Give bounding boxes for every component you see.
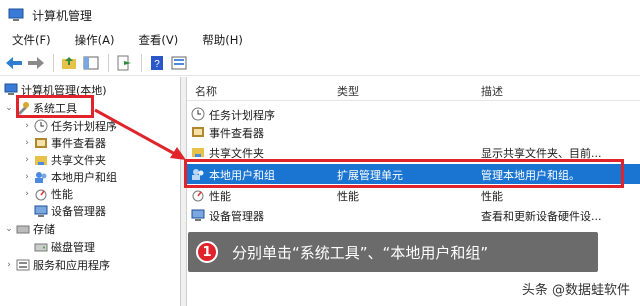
tree-item-task-scheduler[interactable]: › 任务计划程序 [22, 117, 117, 134]
toolbar-separator [141, 53, 142, 72]
title-bar: 计算机管理 [0, 0, 640, 30]
chevron-down-icon[interactable]: ⌄ [4, 224, 14, 234]
list-item-device-manager[interactable]: 设备管理器 查看和更新设备硬件设... [187, 206, 640, 224]
chevron-right-icon[interactable]: › [22, 155, 32, 165]
list-cell-name: 事件查看器 [209, 127, 264, 140]
list-item-performance[interactable]: 性能 性能 性能 [187, 186, 640, 204]
menu-help[interactable]: 帮助(H) [196, 32, 249, 48]
device-manager-icon [34, 205, 48, 217]
clock-icon [191, 107, 205, 121]
list-cell-description: 性能 [481, 190, 503, 203]
tree-label-task-scheduler: 任务计划程序 [51, 119, 117, 133]
tree-label-performance: 性能 [51, 187, 73, 201]
shared-folder-icon [35, 155, 47, 165]
shared-folder-icon [192, 148, 204, 157]
back-button[interactable] [4, 53, 24, 73]
arrow-right-icon [28, 56, 44, 69]
show-hide-tree-button[interactable] [81, 53, 101, 73]
watermark: 头条 @数据蛙软件 [521, 283, 630, 298]
chevron-right-icon[interactable]: › [22, 172, 32, 182]
toolbar: ? [0, 50, 640, 76]
tree-item-storage[interactable]: ⌄ 存储 [4, 220, 55, 237]
export-button[interactable] [114, 53, 134, 73]
list-item-task-scheduler[interactable]: 任务计划程序 [187, 105, 640, 123]
tree-item-disk-management[interactable]: 磁盘管理 [32, 238, 95, 255]
help-icon: ? [151, 55, 163, 70]
tree-label-services-apps: 服务和应用程序 [33, 258, 110, 272]
forward-button[interactable] [26, 53, 46, 73]
tree-item-event-viewer[interactable]: › 事件查看器 [22, 134, 106, 151]
svg-text:?: ? [154, 59, 160, 70]
tree-label-device-manager: 设备管理器 [51, 204, 106, 218]
chevron-right-icon[interactable]: › [22, 138, 32, 148]
help-button[interactable]: ? [147, 53, 167, 73]
tree-label-disk-management: 磁盘管理 [51, 240, 95, 254]
list-cell-name: 性能 [209, 190, 231, 203]
properties-button[interactable] [169, 53, 189, 73]
chevron-down-icon[interactable]: ⌄ [4, 103, 14, 113]
tree-label-storage: 存储 [33, 222, 55, 236]
tree-item-device-manager[interactable]: 设备管理器 [32, 202, 106, 219]
column-header-description[interactable]: 描述 [481, 83, 503, 99]
tree-item-performance[interactable]: › 性能 [22, 185, 73, 202]
list-cell-name: 设备管理器 [209, 210, 264, 223]
step-number-badge: 1 [196, 241, 218, 263]
instruction-callout: 1 分别单击“系统工具”、“本地用户和组” [188, 232, 598, 272]
tree-item-local-users[interactable]: › 本地用户和组 [22, 168, 117, 185]
console-tree-icon [83, 56, 99, 69]
storage-icon [16, 225, 30, 233]
column-header-name[interactable]: 名称 [195, 83, 217, 99]
export-list-icon [117, 55, 131, 70]
menu-file[interactable]: 文件(F) [6, 32, 57, 48]
folder-up-icon [62, 56, 76, 69]
list-cell-type: 性能 [337, 190, 359, 203]
event-log-icon [35, 137, 47, 148]
tree-label-shared-folders: 共享文件夹 [51, 153, 106, 167]
computer-management-icon [8, 8, 24, 21]
list-header: 名称 类型 描述 [187, 77, 640, 101]
toolbar-separator [108, 53, 109, 72]
clock-icon [34, 119, 48, 132]
instruction-text: 分别单击“系统工具”、“本地用户和组” [232, 243, 489, 262]
list-cell-name: 任务计划程序 [209, 109, 275, 122]
chevron-right-icon[interactable]: › [4, 260, 14, 270]
chevron-right-icon[interactable]: › [22, 121, 32, 131]
tree-label-event-viewer: 事件查看器 [51, 136, 106, 150]
performance-icon [35, 189, 47, 200]
annotation-box-system-tools [16, 95, 94, 118]
event-log-icon [192, 127, 204, 137]
chevron-right-icon[interactable]: › [22, 189, 32, 199]
arrow-left-icon [6, 56, 22, 69]
toolbar-separator [53, 53, 54, 72]
tree-item-shared-folders[interactable]: › 共享文件夹 [22, 151, 106, 168]
window-title: 计算机管理 [32, 8, 93, 23]
properties-icon [171, 56, 187, 69]
performance-icon [192, 190, 204, 202]
users-icon [35, 171, 47, 183]
menu-action[interactable]: 操作(A) [69, 32, 121, 48]
menu-bar: 文件(F) 操作(A) 查看(V) 帮助(H) [0, 30, 640, 50]
column-header-type[interactable]: 类型 [337, 83, 359, 99]
up-level-button[interactable] [59, 53, 79, 73]
device-manager-icon [191, 209, 205, 221]
menu-view[interactable]: 查看(V) [132, 32, 184, 48]
tree-label-local-users: 本地用户和组 [51, 170, 117, 184]
annotation-box-local-users [184, 159, 624, 188]
list-item-event-viewer[interactable]: 事件查看器 [187, 123, 640, 141]
disk-icon [34, 243, 48, 251]
list-cell-description: 查看和更新设备硬件设... [481, 210, 602, 223]
services-icon [16, 259, 30, 270]
tree-item-services-apps[interactable]: › 服务和应用程序 [4, 256, 110, 273]
